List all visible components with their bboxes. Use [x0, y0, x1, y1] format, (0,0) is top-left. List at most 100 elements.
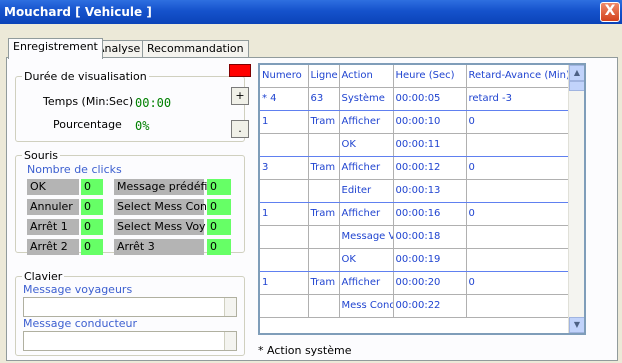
pourcentage-value: 0%: [135, 119, 150, 133]
pourcentage-label: Pourcentage: [53, 118, 122, 131]
cell-ligne: [308, 179, 340, 203]
cell-retard: [466, 294, 571, 318]
close-icon: X: [604, 3, 616, 19]
scroll-thumb[interactable]: [569, 81, 584, 91]
plus-button[interactable]: +: [231, 87, 249, 105]
table-row[interactable]: OK 00:00:11: [260, 133, 571, 157]
actions-table: Numero Ligne Action Heure (Sec) Retard-A…: [260, 65, 571, 318]
cell-heure: 00:00:20: [393, 271, 467, 295]
counter-value-select-mess-cond: 0: [207, 199, 231, 215]
tab-enregistrement[interactable]: Enregistrement: [8, 38, 103, 59]
clavier-legend: Clavier: [24, 270, 63, 283]
cell-retard: [466, 133, 571, 157]
table-row[interactable]: OK 00:00:19: [260, 248, 571, 272]
cell-numero: [260, 294, 309, 318]
cell-retard: [466, 248, 571, 272]
cell-ligne: Tram: [308, 271, 340, 295]
window-title: Mouchard [ Vehicule ]: [4, 5, 152, 19]
table-row[interactable]: Mess Cond 00:00:22: [260, 294, 571, 318]
counter-value-arret-1: 0: [81, 219, 103, 235]
counter-value-select-mess-voy: 0: [207, 219, 231, 235]
grid-vertical-scrollbar[interactable]: ▲ ▼: [568, 65, 584, 333]
counter-label-arret-1: Arrêt 1: [27, 219, 79, 235]
message-conducteur-field[interactable]: [23, 331, 237, 351]
cell-heure: 00:00:12: [393, 156, 467, 180]
cell-heure: 00:00:13: [393, 179, 467, 203]
message-voyageurs-label: Message voyageurs: [23, 283, 133, 296]
cell-retard: 0: [466, 202, 571, 226]
tab-panel-enregistrement: Durée de visualisation Temps (Min:Sec) 0…: [6, 57, 618, 361]
counter-label-annuler: Annuler: [27, 199, 79, 215]
counter-value-arret-3: 0: [207, 239, 231, 255]
cell-numero: [260, 179, 309, 203]
cell-heure: 00:00:19: [393, 248, 467, 272]
table-header-row: Numero Ligne Action Heure (Sec) Retard-A…: [260, 65, 571, 88]
cell-ligne: [308, 248, 340, 272]
duree-legend: Durée de visualisation: [24, 70, 147, 83]
column-header-ligne[interactable]: Ligne: [308, 65, 340, 88]
cell-action: OK: [339, 133, 394, 157]
scroll-up-icon[interactable]: ▲: [569, 65, 584, 81]
cell-ligne: Tram: [308, 110, 340, 134]
scroll-down-icon[interactable]: ▼: [569, 317, 584, 333]
souris-subtitle: Nombre de clicks: [27, 163, 122, 176]
counter-label-message-predefini: Message prédéfini: [114, 179, 217, 195]
column-header-retard-avance[interactable]: Retard-Avance (Min): [466, 65, 571, 88]
column-header-heure[interactable]: Heure (Sec): [393, 65, 467, 88]
dot-button[interactable]: .: [231, 120, 249, 138]
cell-numero: [260, 248, 309, 272]
message-conducteur-scroll[interactable]: [224, 332, 236, 350]
cell-retard: 0: [466, 156, 571, 180]
cell-action: Afficher: [339, 156, 394, 180]
message-voyageurs-field[interactable]: [23, 297, 237, 317]
cell-ligne: [308, 225, 340, 249]
cell-action: Afficher: [339, 202, 394, 226]
actions-grid[interactable]: Numero Ligne Action Heure (Sec) Retard-A…: [258, 63, 586, 335]
cell-action: Editer: [339, 179, 394, 203]
cell-ligne: Tram: [308, 202, 340, 226]
cell-action: Mess Cond: [339, 294, 394, 318]
status-indicator: [229, 64, 251, 77]
table-row[interactable]: 3 Tram Afficher 00:00:12 0: [260, 156, 571, 180]
table-row[interactable]: 1 Tram Afficher 00:00:20 0: [260, 271, 571, 295]
column-header-numero[interactable]: Numero: [260, 65, 309, 88]
table-row[interactable]: Editer 00:00:13: [260, 179, 571, 203]
column-header-action[interactable]: Action: [339, 65, 394, 88]
cell-heure: 00:00:22: [393, 294, 467, 318]
cell-retard: [466, 225, 571, 249]
cell-heure: 00:00:11: [393, 133, 467, 157]
cell-ligne: 63: [308, 87, 340, 111]
cell-numero: 1: [260, 202, 309, 226]
cell-numero: 1: [260, 110, 309, 134]
cell-action: Afficher: [339, 110, 394, 134]
cell-retard: retard -3: [466, 87, 571, 111]
window-titlebar: Mouchard [ Vehicule ] X: [0, 0, 622, 24]
cell-numero: 1: [260, 271, 309, 295]
table-row[interactable]: * 4 63 Système 00:00:05 retard -3: [260, 87, 571, 111]
cell-heure: 00:00:16: [393, 202, 467, 226]
cell-action: Système: [339, 87, 394, 111]
counter-value-annuler: 0: [81, 199, 103, 215]
counter-label-ok: OK: [27, 179, 79, 195]
temps-label: Temps (Min:Sec): [43, 95, 134, 108]
table-row[interactable]: 1 Tram Afficher 00:00:16 0: [260, 202, 571, 226]
counter-label-arret-3: Arrêt 3: [114, 239, 204, 255]
cell-action: Message V: [339, 225, 394, 249]
cell-numero: [260, 133, 309, 157]
counter-value-message-predefini: 0: [207, 179, 231, 195]
cell-action: Afficher: [339, 271, 394, 295]
message-voyageurs-scroll[interactable]: [224, 298, 236, 316]
table-row[interactable]: Message V 00:00:18: [260, 225, 571, 249]
close-button[interactable]: X: [600, 2, 620, 22]
cell-ligne: [308, 294, 340, 318]
cell-action: OK: [339, 248, 394, 272]
cell-numero: [260, 225, 309, 249]
tab-recommandation[interactable]: Recommandation: [142, 40, 249, 58]
cell-retard: 0: [466, 110, 571, 134]
footer-note: * Action système: [258, 344, 352, 357]
counter-label-arret-2: Arrêt 2: [27, 239, 79, 255]
cell-numero: * 4: [260, 87, 309, 111]
table-row[interactable]: 1 Tram Afficher 00:00:10 0: [260, 110, 571, 134]
temps-value: 00:00: [135, 96, 172, 110]
cell-retard: [466, 179, 571, 203]
